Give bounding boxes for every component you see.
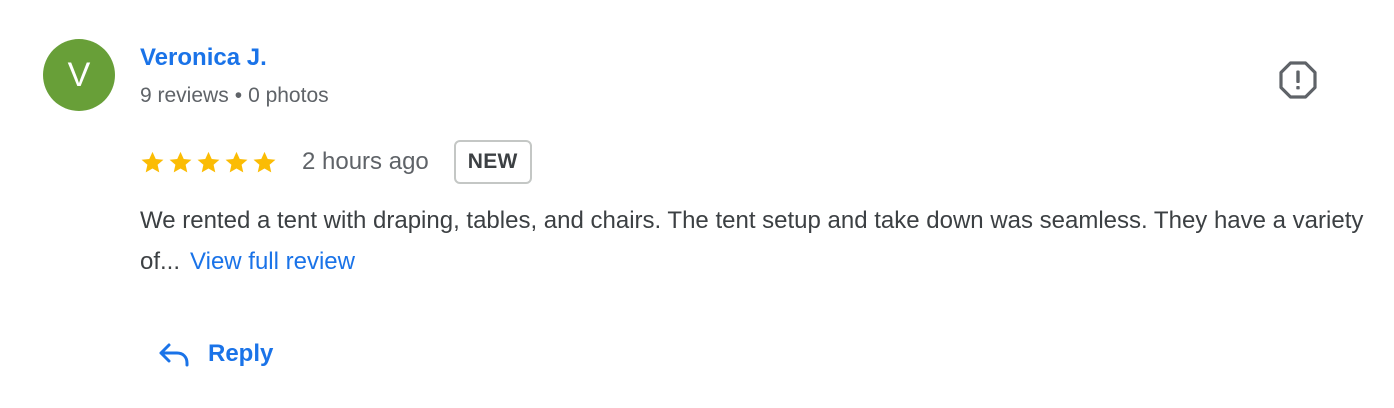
report-flag-icon[interactable] (1279, 61, 1317, 99)
reviewer-meta: 9 reviews • 0 photos (140, 84, 329, 108)
view-full-review-link[interactable]: View full review (190, 248, 355, 275)
review-count: 9 reviews (140, 84, 229, 107)
reply-label: Reply (208, 340, 274, 367)
meta-separator: • (234, 84, 243, 107)
star-icon (225, 151, 248, 172)
reviewer-name[interactable]: Veronica J. (140, 44, 267, 72)
rating-row: 2 hours ago NEW (140, 138, 532, 186)
avatar[interactable]: V (43, 39, 115, 111)
star-rating (140, 150, 277, 175)
reply-arrow-icon (158, 340, 208, 368)
review-body: We rented a tent with draping, tables, a… (140, 200, 1370, 282)
avatar-initial: V (67, 55, 91, 94)
new-badge: NEW (453, 140, 532, 184)
star-icon (253, 151, 276, 172)
star-icon (141, 151, 164, 172)
reply-button[interactable]: Reply (158, 334, 273, 374)
photo-count: 0 photos (248, 84, 329, 107)
review-time: 2 hours ago (302, 148, 429, 175)
star-icon (197, 151, 220, 172)
star-icon (169, 151, 192, 172)
